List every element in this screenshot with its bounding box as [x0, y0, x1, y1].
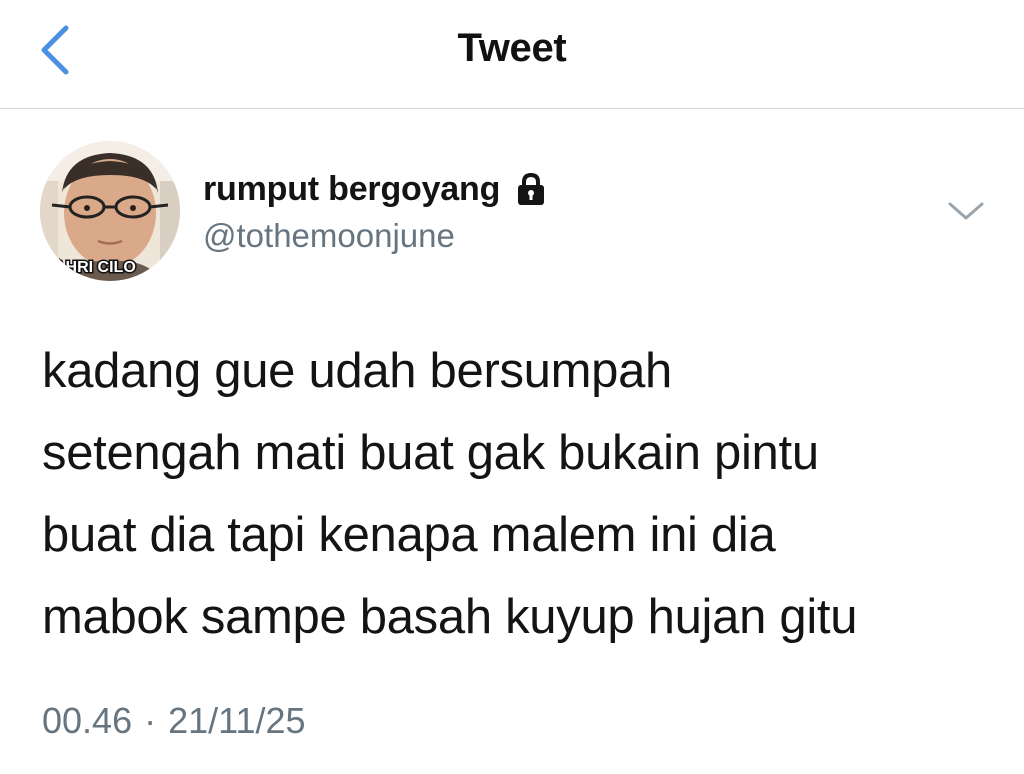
- display-name[interactable]: rumput bergoyang: [203, 170, 500, 209]
- meta-separator: ·: [144, 700, 157, 741]
- author-name-row[interactable]: rumput bergoyang: [203, 167, 548, 211]
- tweet-date: 21/11/25: [168, 700, 306, 741]
- tweet-timestamp: 00.46 · 21/11/25: [42, 700, 306, 742]
- tweet-text-line: mabok sampe basah kuyup hujan gitu: [42, 590, 858, 644]
- page-title: Tweet: [457, 26, 567, 70]
- avatar-caption: AHRI CILO: [54, 259, 136, 276]
- tweet-menu-button[interactable]: [944, 196, 988, 226]
- avatar[interactable]: AHRI CILO: [40, 141, 180, 281]
- lock-icon: [514, 171, 548, 207]
- tweet-text: kadang gue udah bersumpah setengah mati …: [42, 330, 1002, 658]
- tweet-text-line: kadang gue udah bersumpah: [42, 344, 673, 398]
- user-handle[interactable]: @tothemoonjune: [203, 217, 455, 255]
- navigation-bar: Tweet: [0, 0, 1024, 109]
- chevron-down-icon: [948, 202, 984, 220]
- tweet-text-line: setengah mati buat gak bukain pintu: [42, 426, 819, 480]
- avatar-image: AHRI CILO: [40, 141, 180, 281]
- tweet-text-line: buat dia tapi kenapa malem ini dia: [42, 508, 776, 562]
- tweet-time: 00.46: [42, 700, 133, 741]
